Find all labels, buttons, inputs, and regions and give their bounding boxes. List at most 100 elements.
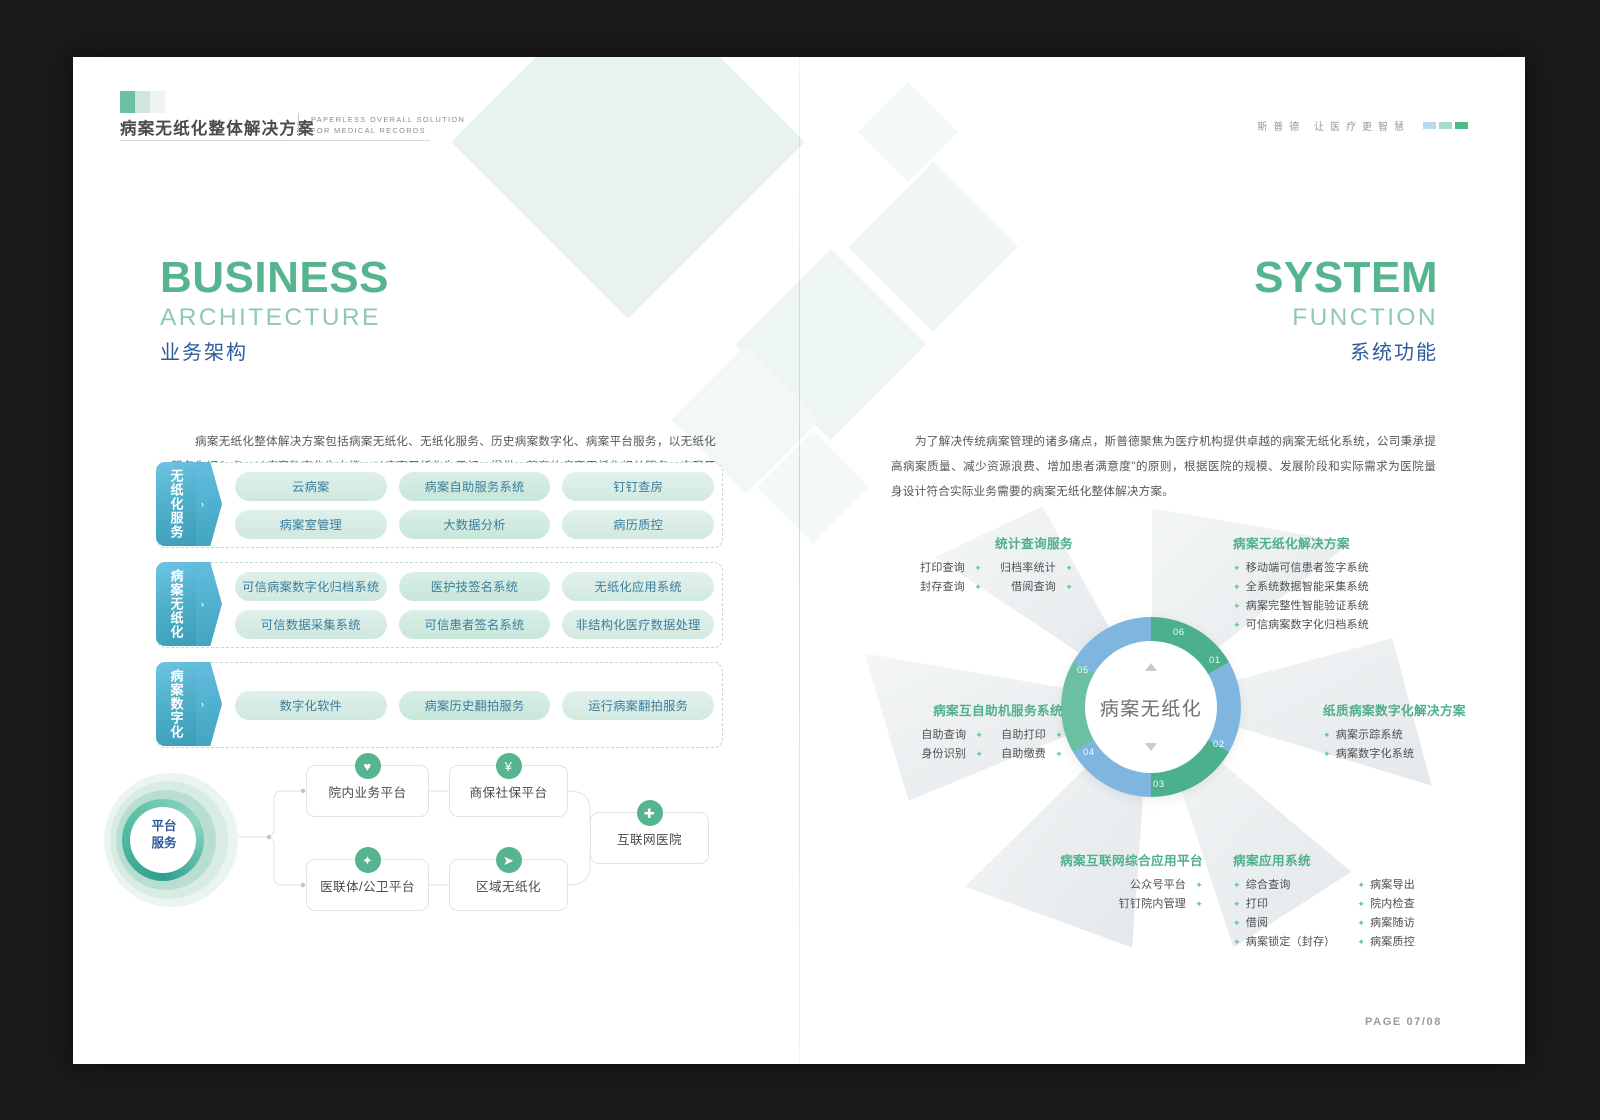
arch-pill[interactable]: 运行病案翻拍服务: [562, 690, 715, 720]
bullet-icon: ✦: [1323, 730, 1331, 740]
radial-section-kiosk-system: 病案互自助机服务系统 自助查询 ✦ 身份识别 ✦ 自助打印 ✦ 自助缴费 ✦: [833, 702, 1063, 764]
arch-pill[interactable]: 可信数据采集系统: [235, 609, 387, 639]
bullet-icon: ✦: [1195, 899, 1203, 909]
yen-icon: ¥: [495, 753, 522, 779]
arch-block-0-row-0: 云病案 病案自助服务系统 钉钉查房: [235, 471, 715, 501]
bullet-icon: ✦: [1065, 563, 1073, 573]
arch-block-1-tag-label: 病案无纸化: [168, 569, 184, 639]
arch-pill[interactable]: 大数据分析: [398, 509, 551, 539]
platform-hub: 平台 服务: [104, 773, 266, 907]
section-heading: 病案互联网综合应用平台: [1060, 854, 1203, 868]
arch-block-2-arrow-icon: ›: [196, 662, 222, 746]
bullet-icon: ✦: [975, 730, 984, 740]
radial-center: 病案无纸化: [1085, 641, 1217, 773]
section-item[interactable]: 自助缴费 ✦: [1001, 745, 1063, 764]
section-item[interactable]: 封存查询 ✦: [920, 578, 982, 597]
arch-block-0-arrow-icon: ›: [196, 462, 222, 546]
section-col: ✦ 综合查询 ✦ 打印 ✦ 借阅 ✦ 病案锁定（封存）: [1233, 876, 1335, 952]
bullet-icon: ✦: [1233, 601, 1241, 611]
arch-pill[interactable]: 可信患者签名系统: [398, 609, 551, 639]
section-heading: 病案互自助机服务系统: [933, 704, 1063, 718]
arch-pill[interactable]: 病案自助服务系统: [398, 471, 551, 501]
bullet-icon: ✦: [1233, 918, 1241, 928]
section-item[interactable]: 钉钉院内管理 ✦: [963, 895, 1203, 914]
section-item[interactable]: 归档率统计 ✦: [1000, 559, 1073, 578]
header-slogan: 斯普德 让医疗更智慧: [1257, 122, 1410, 133]
section-heading: 统计查询服务: [995, 537, 1073, 551]
section-item[interactable]: 自助查询 ✦: [921, 726, 983, 745]
header-divider: [298, 113, 299, 135]
section-item[interactable]: ✦ 打印: [1233, 895, 1335, 914]
arch-block-0-pills: 云病案 病案自助服务系统 钉钉查房 病案室管理 大数据分析 病历质控: [235, 463, 715, 547]
radial-number-05: 05: [1077, 665, 1089, 676]
flow-node-hospital-platform[interactable]: ♥ 院内业务平台: [306, 753, 429, 817]
logo-icon: [120, 91, 165, 113]
page-header: 病案无纸化整体解决方案 PAPERLESS OVERALL SOLUTION F…: [73, 57, 1525, 141]
section-item[interactable]: ✦ 移动端可信患者签字系统: [1233, 559, 1453, 578]
flow-node-label: 医联体/公卫平台: [320, 879, 415, 894]
section-item[interactable]: ✦ 综合查询: [1233, 876, 1335, 895]
bullet-icon: ✦: [1233, 880, 1241, 890]
section-item[interactable]: ✦ 病案锁定（封存）: [1233, 933, 1335, 952]
radial-section-app-system: 病案应用系统 ✦ 综合查询 ✦ 打印 ✦ 借阅 ✦ 病案锁定（封存） ✦ 病案导出 ✦ 院内…: [1233, 852, 1463, 952]
section-item[interactable]: 公众号平台 ✦: [963, 876, 1203, 895]
section-item[interactable]: 自助打印 ✦: [1001, 726, 1063, 745]
section-item[interactable]: ✦ 全系统数据智能采集系统: [1233, 578, 1453, 597]
right-title-sub: FUNCTION: [1292, 304, 1438, 331]
arch-pill[interactable]: 病案室管理: [235, 509, 387, 539]
section-item[interactable]: ✦ 可信病案数字化归档系统: [1233, 616, 1453, 635]
flow-node-insurance-platform[interactable]: ¥ 商保社保平台: [449, 753, 568, 817]
header-title-en-line2: FOR MEDICAL RECORDS: [311, 125, 426, 135]
section-item[interactable]: 借阅查询 ✦: [1000, 578, 1073, 597]
arch-pill[interactable]: 无纸化应用系统: [562, 571, 715, 601]
flow-node-label: 互联网医院: [617, 832, 682, 847]
platform-hub-label: 平台 服务: [138, 818, 190, 852]
flow-node-regional-paperless[interactable]: ➤ 区域无纸化: [449, 847, 568, 911]
arch-block-2-tag: 病案数字化: [156, 662, 196, 746]
arch-pill[interactable]: 病历质控: [562, 509, 715, 539]
right-page-title: SYSTEM FUNCTION 系统功能: [1254, 255, 1438, 367]
section-item[interactable]: ✦ 病案随访: [1357, 914, 1415, 933]
section-col: 自助查询 ✦ 身份识别 ✦: [921, 726, 983, 764]
arch-block-2: 病案数字化 › 数字化软件 病案历史翻拍服务 运行病案翻拍服务: [156, 662, 723, 748]
section-item[interactable]: 身份识别 ✦: [921, 745, 983, 764]
arch-pill[interactable]: 可信病案数字化归档系统: [235, 571, 387, 601]
arch-pill[interactable]: 钉钉查房: [562, 471, 715, 501]
radial-section-paper-digitization: 纸质病案数字化解决方案 ✦ 病案示踪系统 ✦ 病案数字化系统: [1323, 702, 1523, 764]
left-title-cn: 业务架构: [160, 342, 248, 364]
arch-block-2-tag-label: 病案数字化: [168, 669, 184, 739]
flow-node-internet-hospital[interactable]: ✚ 互联网医院: [590, 800, 709, 864]
flow-node-label: 区域无纸化: [476, 879, 541, 894]
section-item[interactable]: ✦ 病案示踪系统: [1323, 726, 1523, 745]
arch-block-1-tag: 病案无纸化: [156, 562, 196, 646]
radial-number-06: 06: [1173, 627, 1185, 638]
section-item[interactable]: ✦ 病案导出: [1357, 876, 1415, 895]
section-item[interactable]: ✦ 借阅: [1233, 914, 1335, 933]
page-gutter: [799, 57, 800, 1064]
arch-pill[interactable]: 非结构化医疗数据处理: [562, 609, 715, 639]
bullet-icon: ✦: [974, 563, 982, 573]
arch-block-1: 病案无纸化 › 可信病案数字化归档系统 医护技签名系统 无纸化应用系统 可信数据…: [156, 562, 723, 648]
section-item[interactable]: ✦ 院内检查: [1357, 895, 1415, 914]
section-heading: 病案无纸化解决方案: [1233, 537, 1350, 551]
section-col: 归档率统计 ✦ 借阅查询 ✦: [1000, 559, 1073, 597]
section-item[interactable]: ✦ 病案完整性智能验证系统: [1233, 597, 1453, 616]
decor-diamond-2: [848, 162, 1018, 332]
bullet-icon: ✦: [1233, 620, 1241, 630]
section-item[interactable]: ✦ 病案数字化系统: [1323, 745, 1523, 764]
left-title-main: BUSINESS: [160, 253, 389, 302]
arch-pill[interactable]: 医护技签名系统: [398, 571, 551, 601]
header-title-cn: 病案无纸化整体解决方案: [120, 120, 315, 138]
flow-node-medical-union[interactable]: ✦ 医联体/公卫平台: [306, 847, 429, 911]
right-title-main: SYSTEM: [1254, 253, 1438, 302]
arch-pill[interactable]: 病案历史翻拍服务: [398, 690, 551, 720]
arch-pill[interactable]: 数字化软件: [235, 690, 387, 720]
header-title-en-line1: PAPERLESS OVERALL SOLUTION: [311, 115, 466, 124]
radial-number-04: 04: [1083, 747, 1095, 758]
section-col: ✦ 病案示踪系统 ✦ 病案数字化系统: [1323, 726, 1523, 764]
flow-node-label: 院内业务平台: [328, 785, 407, 800]
section-item[interactable]: 打印查询 ✦: [920, 559, 982, 578]
arch-pill[interactable]: 云病案: [235, 471, 387, 501]
header-rule: [120, 140, 430, 141]
section-item[interactable]: ✦ 病案质控: [1357, 933, 1415, 952]
